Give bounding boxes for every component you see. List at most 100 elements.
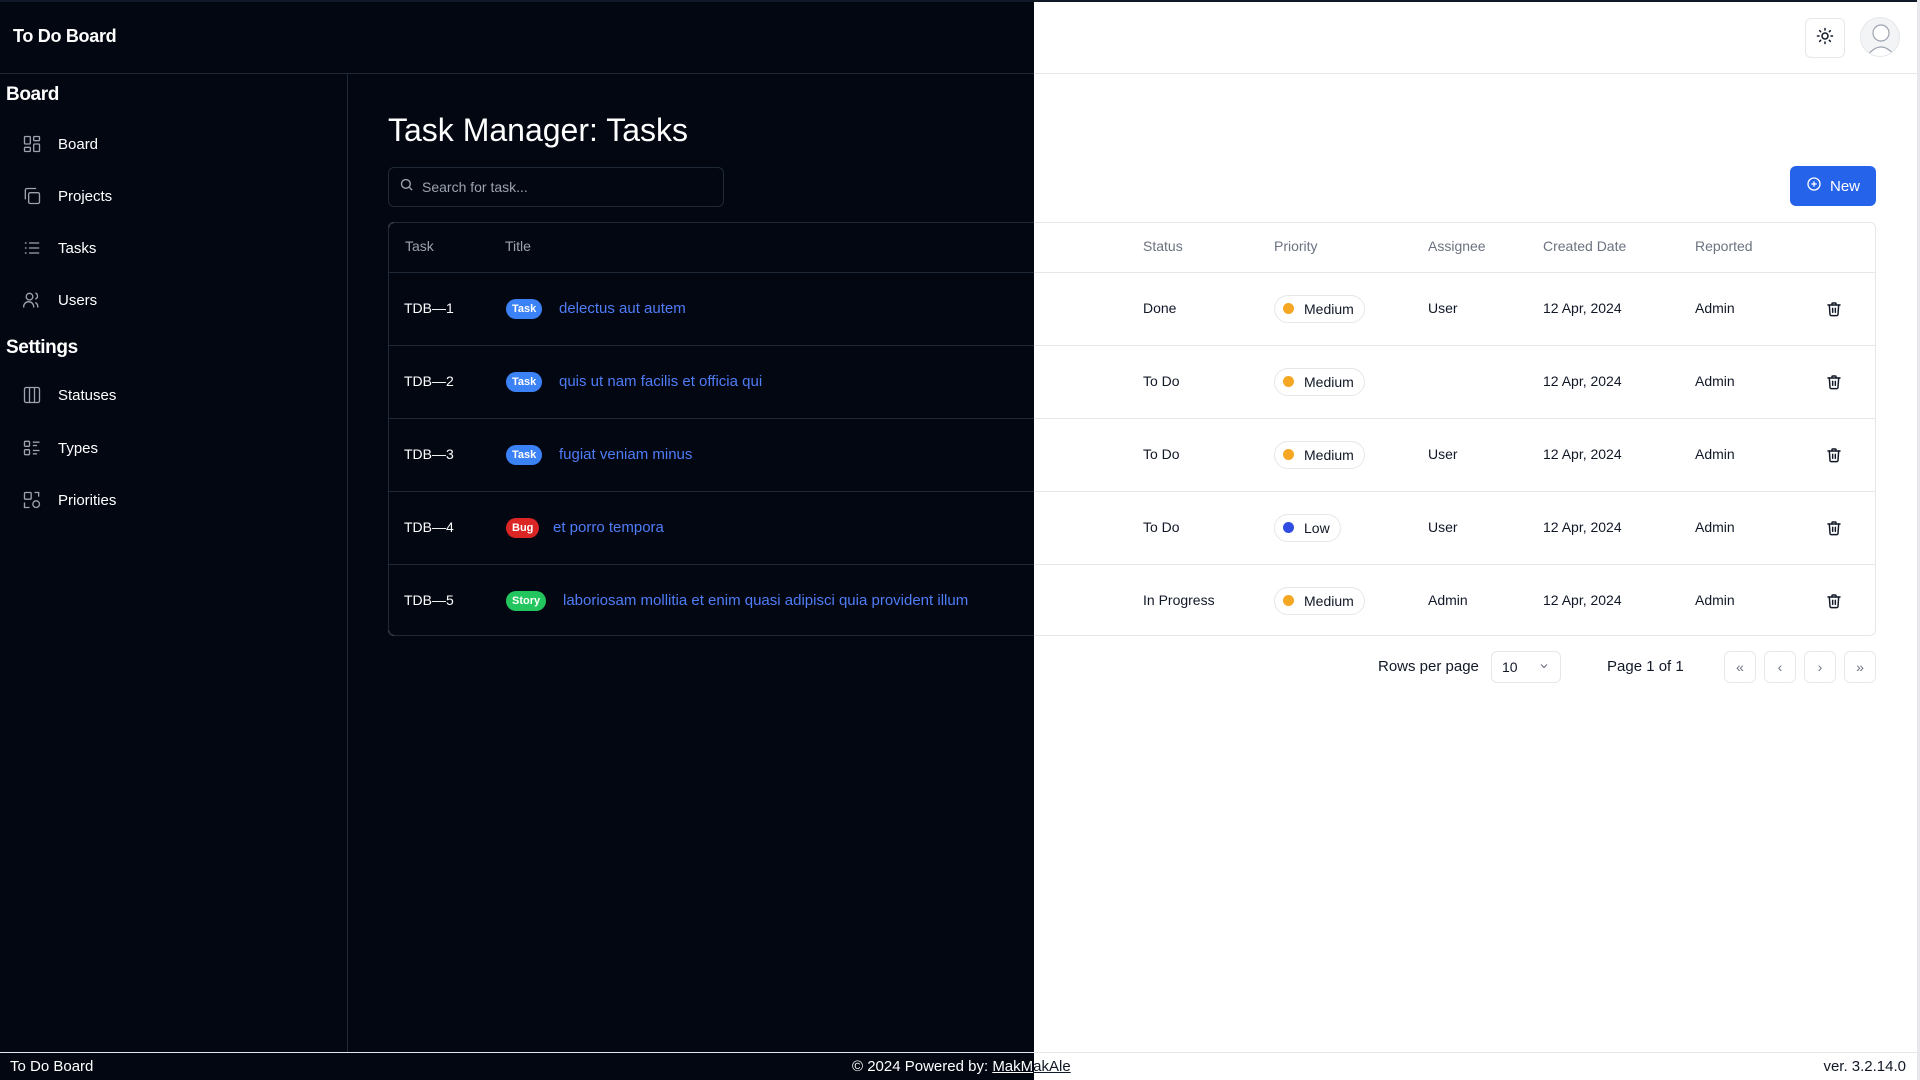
new-button-label: New (1829, 177, 1860, 195)
task-created-date: 12 Apr, 2024 (1543, 299, 1622, 316)
task-reporter: Admin (1695, 445, 1735, 462)
chevron-down-icon (1538, 659, 1550, 675)
task-assignee: User (1428, 445, 1458, 462)
sidebar-item-label: Types (58, 439, 99, 457)
last-page-button[interactable]: » (1844, 651, 1876, 683)
task-title-link[interactable]: quis ut nam facilis et officia qui (559, 373, 762, 390)
column-header-task[interactable]: Task (405, 238, 434, 254)
sidebar-item-users[interactable]: Users (20, 282, 330, 318)
sidebar-item-statuses[interactable]: Statuses (20, 377, 330, 413)
row-divider-dark (389, 418, 1034, 419)
sun-icon (1816, 27, 1834, 50)
first-page-button[interactable]: « (1724, 651, 1756, 683)
search-input[interactable] (422, 179, 712, 195)
list-details-icon (20, 436, 44, 460)
rows-per-page-select[interactable]: 10 (1491, 651, 1561, 683)
task-reporter: Admin (1695, 591, 1735, 608)
user-avatar-icon[interactable] (1860, 17, 1900, 57)
priority-dot-icon (1283, 376, 1294, 387)
priority-pill: Medium (1274, 440, 1365, 469)
priority-label: Medium (1304, 446, 1354, 463)
page-info: Page 1 of 1 (1607, 658, 1684, 675)
footer-version: ver. 3.2.14.0 (1823, 1058, 1906, 1075)
tasks-table-dark-edge (388, 222, 1034, 636)
top-header: To Do Board (0, 0, 1920, 74)
sidebar-item-projects[interactable]: Projects (20, 178, 330, 214)
task-id: TDB—4 (404, 518, 454, 535)
footer-app-name: To Do Board (10, 1058, 94, 1075)
sidebar-item-label: Board (58, 135, 99, 153)
app-title[interactable]: To Do Board (13, 26, 117, 47)
task-created-date: 12 Apr, 2024 (1543, 372, 1622, 389)
sidebar-item-label: Users (58, 291, 98, 309)
priority-label: Low (1304, 519, 1330, 536)
task-status: In Progress (1143, 591, 1215, 608)
priority-dot-icon (1283, 595, 1294, 606)
task-type-badge: Task (506, 298, 543, 319)
trash-icon[interactable] (1826, 446, 1844, 464)
task-type-badge: Task (506, 444, 543, 465)
sidebar-item-label: Priorities (58, 491, 117, 509)
trash-icon[interactable] (1826, 373, 1844, 391)
task-status: Done (1143, 299, 1177, 316)
board-grid-icon (20, 132, 44, 156)
previous-page-button[interactable]: ‹ (1764, 651, 1796, 683)
sidebar: Board Board Projects Tasks Users Setting… (0, 74, 348, 1052)
column-header-reported[interactable]: Reported (1695, 238, 1753, 254)
footer-author-link-part1[interactable]: MakM (992, 1058, 1033, 1075)
task-status: To Do (1143, 518, 1180, 535)
sidebar-section-board: Board (6, 84, 59, 105)
priority-label: Medium (1304, 373, 1354, 390)
trash-icon[interactable] (1826, 592, 1844, 610)
priority-label: Medium (1304, 300, 1354, 317)
task-id: TDB—3 (404, 445, 454, 462)
users-icon (20, 288, 44, 312)
footer: To Do Board © 2024 Powered by: MakMakAle… (0, 1052, 1920, 1080)
sidebar-item-board[interactable]: Board (20, 126, 330, 162)
page-title: Task Manager: Tasks (388, 112, 688, 148)
column-header-assignee[interactable]: Assignee (1428, 238, 1486, 254)
sidebar-item-label: Projects (58, 187, 113, 205)
trash-icon[interactable] (1826, 300, 1844, 318)
theme-toggle-button[interactable] (1805, 18, 1845, 58)
shapes-icon (20, 488, 44, 512)
chevron-left-icon: ‹ (1777, 659, 1783, 675)
sidebar-item-priorities[interactable]: Priorities (20, 482, 330, 518)
plus-circle-icon (1806, 176, 1822, 196)
sidebar-item-tasks[interactable]: Tasks (20, 230, 330, 266)
column-header-created-date[interactable]: Created Date (1543, 238, 1626, 254)
projects-copy-icon (20, 184, 44, 208)
sidebar-item-types[interactable]: Types (20, 430, 330, 466)
footer-author-link-part2[interactable]: akAle (1033, 1058, 1071, 1075)
task-assignee: User (1428, 518, 1458, 535)
search-box[interactable] (388, 167, 724, 207)
task-id: TDB—5 (404, 591, 454, 608)
task-title-link[interactable]: fugiat veniam minus (559, 446, 692, 463)
task-status: To Do (1143, 372, 1180, 389)
row-divider-dark (389, 345, 1034, 346)
task-reporter: Admin (1695, 299, 1735, 316)
task-type-badge: Bug (506, 517, 540, 538)
column-header-status[interactable]: Status (1143, 238, 1183, 254)
task-created-date: 12 Apr, 2024 (1543, 518, 1622, 535)
task-title-link[interactable]: delectus aut autem (559, 300, 686, 317)
column-header-title[interactable]: Title (505, 238, 531, 254)
task-status: To Do (1143, 445, 1180, 462)
priority-pill: Medium (1274, 367, 1365, 396)
columns-icon (20, 383, 44, 407)
column-header-priority[interactable]: Priority (1274, 238, 1318, 254)
row-divider-dark (389, 564, 1034, 565)
task-title-link[interactable]: et porro tempora (553, 519, 664, 536)
trash-icon[interactable] (1826, 519, 1844, 537)
footer-credit: © 2024 Powered by: MakMakAle (852, 1058, 1071, 1075)
task-reporter: Admin (1695, 372, 1735, 389)
priority-pill: Medium (1274, 294, 1365, 323)
new-task-button[interactable]: New (1790, 166, 1876, 206)
row-divider-dark (389, 272, 1034, 273)
task-title-link[interactable]: laboriosam mollitia et enim quasi adipis… (563, 592, 968, 609)
task-reporter: Admin (1695, 518, 1735, 535)
search-icon (399, 177, 414, 197)
next-page-button[interactable]: › (1804, 651, 1836, 683)
chevrons-left-icon: « (1736, 659, 1744, 675)
list-icon (20, 236, 44, 260)
